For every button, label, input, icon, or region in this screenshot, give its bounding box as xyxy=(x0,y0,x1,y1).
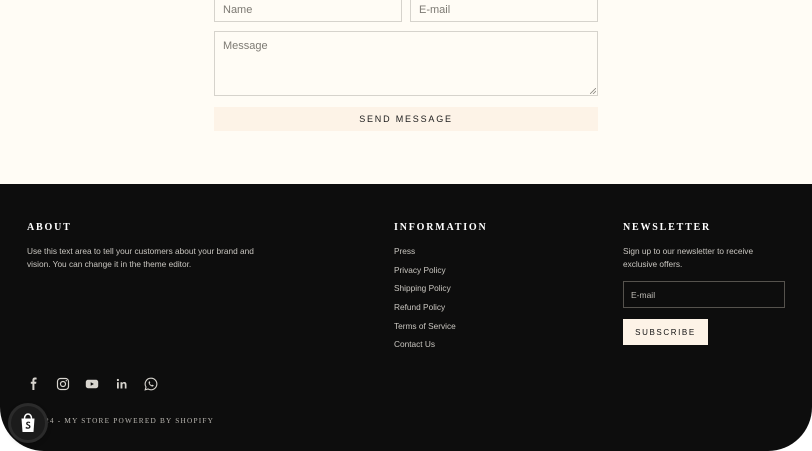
information-title: INFORMATION xyxy=(394,222,488,233)
message-field[interactable] xyxy=(214,31,598,96)
resize-grip-icon[interactable] xyxy=(590,88,596,94)
newsletter-text: Sign up to our newsletter to receive exc… xyxy=(623,246,754,269)
about-text: Use this text area to tell your customer… xyxy=(27,246,254,269)
page: SEND MESSAGE ABOUT Use this text area to… xyxy=(0,0,812,451)
footer-link-terms-of-service[interactable]: Terms of Service xyxy=(394,321,456,340)
site-footer: ABOUT Use this text area to tell your cu… xyxy=(0,184,812,451)
shopify-badge[interactable] xyxy=(11,406,45,440)
facebook-icon[interactable] xyxy=(27,377,41,391)
footer-link-contact-us[interactable]: Contact Us xyxy=(394,339,456,358)
about-title: ABOUT xyxy=(27,222,72,233)
whatsapp-icon[interactable] xyxy=(144,377,158,391)
information-links: Press Privacy Policy Shipping Policy Ref… xyxy=(394,246,456,358)
name-field[interactable] xyxy=(214,0,402,22)
copyright-text: 24 - MY STORE POWERED BY SHOPIFY xyxy=(45,416,215,425)
footer-link-refund-policy[interactable]: Refund Policy xyxy=(394,302,456,321)
newsletter-title: NEWSLETTER xyxy=(623,222,712,233)
youtube-icon[interactable] xyxy=(85,377,99,391)
shopify-bag-icon xyxy=(21,413,35,432)
send-message-button[interactable]: SEND MESSAGE xyxy=(214,107,598,131)
instagram-icon[interactable] xyxy=(56,377,70,391)
contact-form-section: SEND MESSAGE xyxy=(0,0,812,184)
footer-link-press[interactable]: Press xyxy=(394,246,456,265)
newsletter-email-input[interactable] xyxy=(623,281,785,308)
email-field[interactable] xyxy=(410,0,598,22)
footer-link-shipping-policy[interactable]: Shipping Policy xyxy=(394,283,456,302)
footer-link-privacy-policy[interactable]: Privacy Policy xyxy=(394,265,456,284)
linkedin-icon[interactable] xyxy=(115,377,129,391)
subscribe-button[interactable]: SUBSCRIBE xyxy=(623,319,708,345)
